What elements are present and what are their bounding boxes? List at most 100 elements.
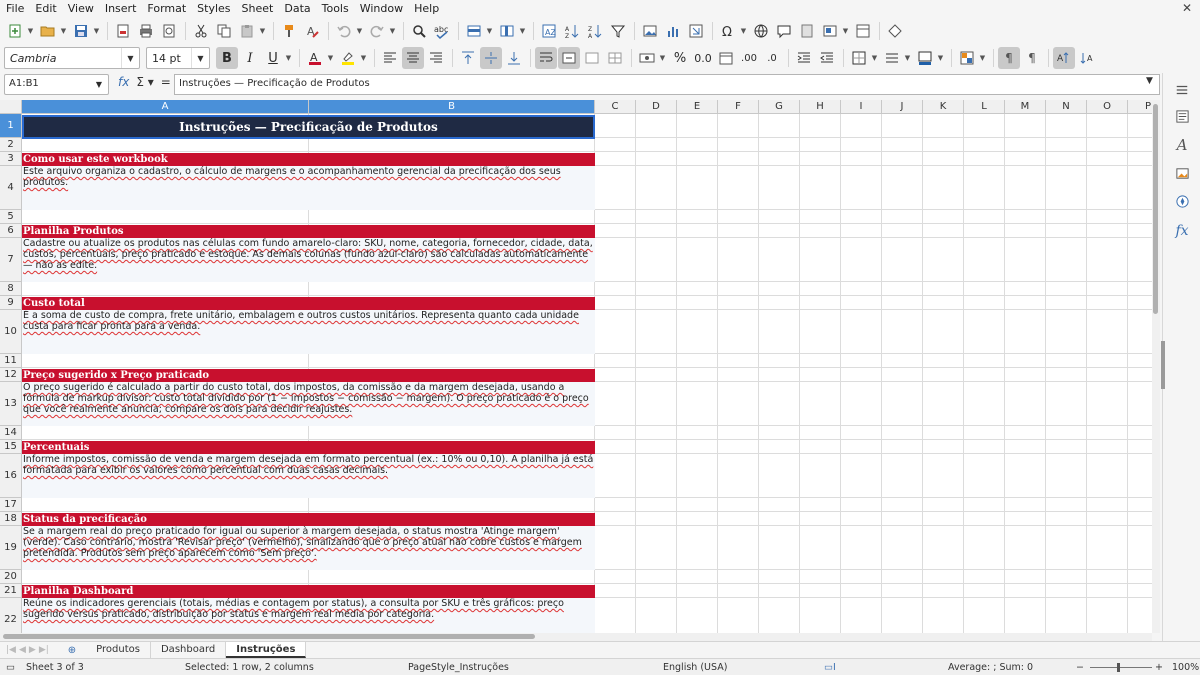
sort-descending-icon[interactable]: ZA bbox=[584, 20, 606, 42]
row-header-19[interactable]: 19 bbox=[0, 526, 22, 570]
row-header-10[interactable]: 10 bbox=[0, 310, 22, 354]
chevron-down-icon[interactable]: ▼ bbox=[90, 75, 108, 94]
column-header-l[interactable]: L bbox=[964, 100, 1005, 114]
chevron-down-icon[interactable]: ▼ bbox=[191, 48, 209, 68]
next-sheet-icon[interactable]: ▶ bbox=[29, 645, 36, 655]
export-pdf-icon[interactable] bbox=[112, 20, 134, 42]
menu-file[interactable]: File bbox=[6, 2, 24, 15]
language[interactable]: English (USA) bbox=[663, 662, 727, 673]
date-format-icon[interactable] bbox=[715, 47, 737, 69]
row-header-9[interactable]: 9 bbox=[0, 296, 22, 310]
zoom-in-icon[interactable]: + bbox=[1155, 662, 1163, 673]
merge-center-icon[interactable] bbox=[558, 47, 580, 69]
pivot-table-icon[interactable] bbox=[685, 20, 707, 42]
clone-formatting-icon[interactable] bbox=[278, 20, 300, 42]
formula-input[interactable]: Instruções — Precificação de Produtos bbox=[174, 74, 1160, 95]
zoom-out-icon[interactable]: − bbox=[1076, 662, 1084, 673]
italic-button[interactable]: I bbox=[239, 47, 261, 69]
section-header-cell[interactable]: Preço sugerido x Preço praticado bbox=[22, 369, 595, 382]
section-header-cell[interactable]: Custo total bbox=[22, 297, 595, 310]
unmerge-cells-icon[interactable] bbox=[604, 47, 626, 69]
decrease-indent-icon[interactable] bbox=[816, 47, 838, 69]
percent-format-icon[interactable]: % bbox=[669, 47, 691, 69]
align-left-icon[interactable] bbox=[379, 47, 401, 69]
column-header-j[interactable]: J bbox=[882, 100, 923, 114]
conditional-format-icon[interactable] bbox=[956, 47, 978, 69]
function-wizard-icon[interactable]: fx bbox=[118, 75, 129, 89]
sum-icon[interactable]: Σ ▾ bbox=[136, 75, 153, 89]
add-sheet-icon[interactable]: ⊕ bbox=[68, 645, 76, 656]
column-header-e[interactable]: E bbox=[677, 100, 718, 114]
row-header-4[interactable]: 4 bbox=[0, 166, 22, 210]
column-header-f[interactable]: F bbox=[718, 100, 759, 114]
find-replace-icon[interactable] bbox=[408, 20, 430, 42]
section-header-cell[interactable]: Como usar este workbook bbox=[22, 153, 595, 166]
selection-mode-icon[interactable]: ▭I bbox=[824, 662, 836, 673]
column-header-m[interactable]: M bbox=[1005, 100, 1046, 114]
row-header-20[interactable]: 20 bbox=[0, 570, 22, 584]
menu-tools[interactable]: Tools bbox=[322, 2, 349, 15]
gallery-icon[interactable] bbox=[1173, 164, 1191, 182]
functions-icon[interactable]: fx bbox=[1173, 222, 1191, 240]
row-header-14[interactable]: 14 bbox=[0, 426, 22, 440]
row-header-13[interactable]: 13 bbox=[0, 382, 22, 426]
vertical-scroll-thumb[interactable] bbox=[1153, 104, 1158, 314]
print-icon[interactable] bbox=[135, 20, 157, 42]
row-header-5[interactable]: 5 bbox=[0, 210, 22, 224]
insert-chart-icon[interactable] bbox=[662, 20, 684, 42]
row-header-7[interactable]: 7 bbox=[0, 238, 22, 282]
border-color-icon[interactable] bbox=[914, 47, 936, 69]
comment-icon[interactable] bbox=[773, 20, 795, 42]
section-body-cell[interactable]: Reúne os indicadores gerenciais (totais,… bbox=[22, 598, 595, 633]
paste-icon[interactable] bbox=[236, 20, 258, 42]
column-icon[interactable] bbox=[496, 20, 518, 42]
column-header-a[interactable]: A bbox=[22, 100, 309, 114]
sidebar-menu-icon[interactable] bbox=[1173, 81, 1191, 99]
menu-edit[interactable]: Edit bbox=[35, 2, 56, 15]
border-style-icon[interactable] bbox=[881, 47, 903, 69]
highlight-dropdown-icon[interactable]: ▼ bbox=[360, 47, 367, 69]
sidebar-resize-handle[interactable] bbox=[1161, 341, 1165, 389]
name-box[interactable]: A1:B1 ▼ bbox=[4, 74, 109, 95]
column-dropdown-icon[interactable]: ▼ bbox=[519, 20, 526, 42]
section-header-cell[interactable]: Planilha Dashboard bbox=[22, 585, 595, 598]
currency-format-icon[interactable] bbox=[636, 47, 658, 69]
font-color-icon[interactable]: A bbox=[304, 47, 326, 69]
highlight-color-icon[interactable] bbox=[337, 47, 359, 69]
row-header-17[interactable]: 17 bbox=[0, 498, 22, 512]
number-format-icon[interactable]: 0.0 bbox=[692, 47, 714, 69]
menu-styles[interactable]: Styles bbox=[197, 2, 230, 15]
undo-icon[interactable] bbox=[333, 20, 355, 42]
clear-formatting-icon[interactable]: A bbox=[301, 20, 323, 42]
currency-dropdown-icon[interactable]: ▼ bbox=[659, 47, 666, 69]
vertical-scrollbar[interactable] bbox=[1152, 100, 1160, 633]
menu-sheet[interactable]: Sheet bbox=[242, 2, 274, 15]
right-to-left-icon[interactable]: ¶ bbox=[1021, 47, 1043, 69]
title-cell[interactable]: Instruções — Precificação de Produtos bbox=[22, 115, 595, 139]
font-name-box[interactable]: Cambria ▼ bbox=[4, 47, 140, 69]
zoom-slider[interactable] bbox=[1090, 667, 1152, 668]
horizontal-scrollbar[interactable] bbox=[0, 633, 1152, 641]
text-vertical-icon[interactable]: A bbox=[1076, 47, 1098, 69]
section-header-cell[interactable]: Status da precificação bbox=[22, 513, 595, 526]
text-horizontal-icon[interactable]: A bbox=[1053, 47, 1075, 69]
redo-dropdown-icon[interactable]: ▼ bbox=[389, 20, 396, 42]
row-header-12[interactable]: 12 bbox=[0, 368, 22, 382]
menu-format[interactable]: Format bbox=[147, 2, 186, 15]
headers-footers-icon[interactable] bbox=[796, 20, 818, 42]
hyperlink-icon[interactable] bbox=[750, 20, 772, 42]
underline-dropdown-icon[interactable]: ▼ bbox=[285, 47, 292, 69]
align-top-icon[interactable] bbox=[457, 47, 479, 69]
new-document-icon[interactable] bbox=[4, 20, 26, 42]
font-size-box[interactable]: 14 pt ▼ bbox=[146, 47, 210, 69]
column-header-h[interactable]: H bbox=[800, 100, 841, 114]
row-header-2[interactable]: 2 bbox=[0, 138, 22, 152]
special-character-dropdown-icon[interactable]: ▼ bbox=[740, 20, 747, 42]
redo-icon[interactable] bbox=[366, 20, 388, 42]
expand-formula-icon[interactable]: ▼ bbox=[1146, 76, 1153, 86]
align-right-icon[interactable] bbox=[425, 47, 447, 69]
cut-icon[interactable] bbox=[190, 20, 212, 42]
sort-ascending-icon[interactable]: AZ bbox=[561, 20, 583, 42]
undo-dropdown-icon[interactable]: ▼ bbox=[356, 20, 363, 42]
page-style[interactable]: PageStyle_Instruções bbox=[408, 662, 509, 673]
